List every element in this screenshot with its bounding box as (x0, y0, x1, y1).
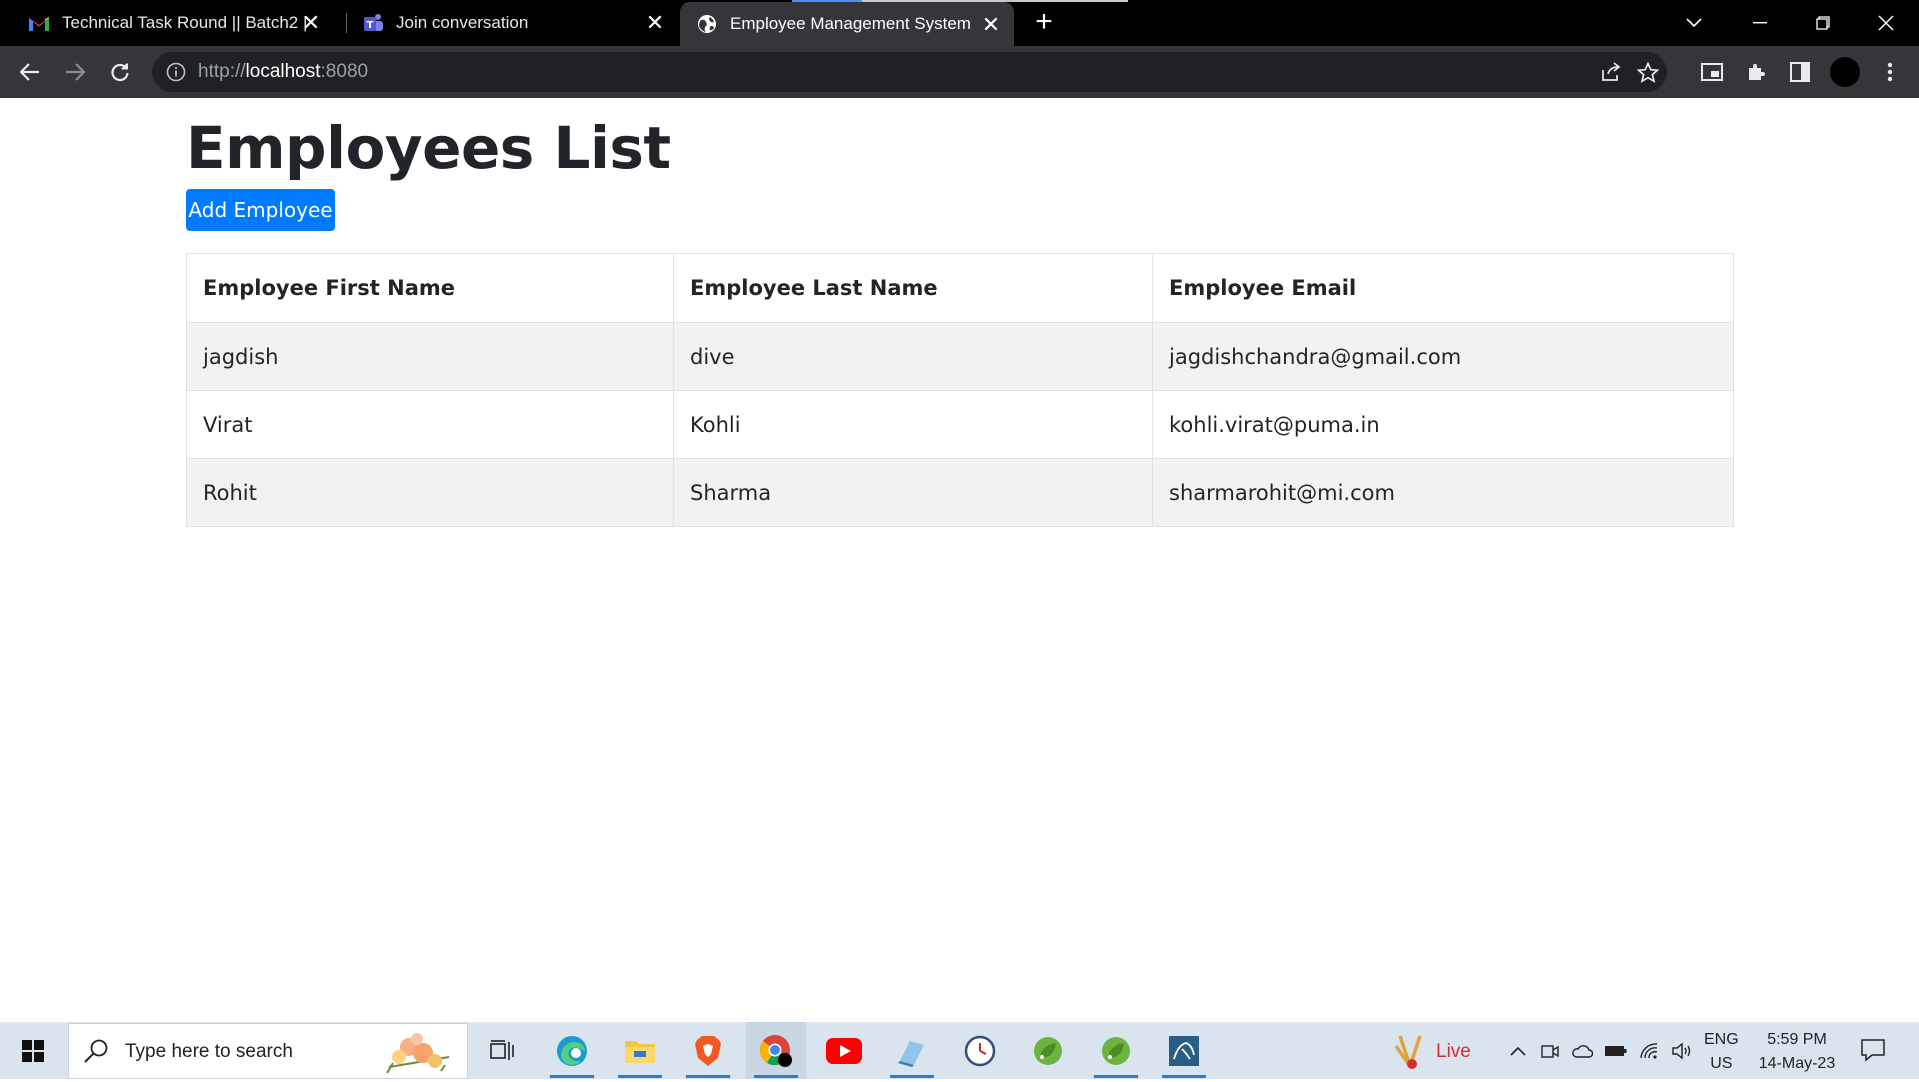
youtube-icon[interactable] (814, 1022, 874, 1079)
language-code: ENG (1704, 1031, 1739, 1048)
teams-icon: T (362, 12, 384, 34)
tab-gmail[interactable]: Technical Task Round || Batch2 || G ✕ (14, 0, 334, 46)
cell-first-name: jagdish (186, 322, 674, 391)
chrome-icon[interactable] (746, 1022, 806, 1079)
battery-icon[interactable] (1604, 1040, 1628, 1062)
cell-email: kohli.virat@puma.in (1152, 390, 1734, 459)
search-highlight-flowers-icon (379, 1027, 455, 1082)
cricket-live-icon (1394, 1035, 1422, 1069)
page-content: Employees List Add Employee Employee Fir… (0, 98, 1919, 1022)
table-row: Virat Kohli kohli.virat@puma.in (186, 390, 1734, 459)
table-header-row: Employee First Name Employee Last Name E… (186, 253, 1734, 323)
bookmark-star-icon[interactable] (1636, 61, 1661, 84)
address-bar[interactable]: http://localhost:8080 (152, 52, 1667, 92)
tab-search-icon[interactable] (1664, 0, 1724, 46)
column-header-first-name: Employee First Name (186, 253, 674, 323)
cell-first-name: Virat (186, 390, 674, 459)
show-hidden-icons-chevron-icon[interactable] (1506, 1040, 1530, 1062)
file-explorer-icon[interactable] (610, 1022, 670, 1079)
new-tab-button[interactable]: + (1030, 7, 1058, 37)
reload-icon[interactable] (106, 58, 134, 86)
tab-title: Employee Management System (730, 14, 971, 33)
column-header-email: Employee Email (1152, 253, 1734, 323)
wifi-icon[interactable] (1638, 1040, 1662, 1062)
notepad-app-icon[interactable] (882, 1022, 942, 1079)
onedrive-icon[interactable] (1570, 1040, 1594, 1062)
side-panel-icon[interactable] (1786, 58, 1814, 86)
meet-now-icon[interactable] (1538, 1040, 1562, 1062)
extensions-puzzle-icon[interactable] (1742, 58, 1770, 86)
live-label: Live (1436, 1041, 1471, 1062)
clock-app-icon[interactable] (950, 1022, 1010, 1079)
windows-taskbar: Type here to search Live ENG US 5:59 PM … (0, 1022, 1919, 1079)
windows-start-icon[interactable] (0, 1022, 66, 1079)
brave-browser-icon[interactable] (678, 1022, 738, 1079)
search-placeholder: Type here to search (125, 1041, 293, 1062)
page-title: Employees List (186, 114, 671, 182)
edge-icon[interactable] (542, 1022, 602, 1079)
cell-first-name: Rohit (186, 458, 674, 527)
cell-email: jagdishchandra@gmail.com (1152, 322, 1734, 391)
forward-icon[interactable] (61, 58, 89, 86)
spring-tool-suite-icon[interactable] (1018, 1022, 1078, 1079)
notification-center-icon[interactable] (1860, 1038, 1886, 1067)
column-header-last-name: Employee Last Name (673, 253, 1153, 323)
close-tab-icon[interactable]: ✕ (980, 12, 1002, 37)
clock-date: 14-May-23 (1758, 1055, 1836, 1072)
table-row: Rohit Sharma sharmarohit@mi.com (186, 458, 1734, 527)
cell-last-name: Kohli (673, 390, 1153, 459)
search-icon (83, 1038, 109, 1069)
add-employee-button[interactable]: Add Employee (186, 189, 335, 231)
more-menu-icon[interactable] (1876, 58, 1904, 86)
globe-icon (696, 13, 718, 35)
tab-employee-management[interactable]: Employee Management System ✕ (680, 2, 1014, 46)
tab-title: Technical Task Round || Batch2 || G (62, 13, 308, 32)
svg-text:T: T (367, 20, 374, 31)
close-window-button[interactable] (1856, 0, 1916, 46)
input-language-indicator[interactable]: ENG US (1704, 1028, 1739, 1076)
browser-tabstrip: Technical Task Round || Batch2 || G ✕ T … (0, 0, 1919, 46)
tab-title: Join conversation (396, 13, 529, 32)
volume-icon[interactable] (1670, 1040, 1694, 1062)
profile-avatar[interactable] (1829, 56, 1861, 88)
spring-tool-suite-icon-2[interactable] (1086, 1022, 1146, 1079)
cell-last-name: Sharma (673, 458, 1153, 527)
gmail-icon (28, 12, 50, 34)
employees-table: Employee First Name Employee Last Name E… (186, 253, 1734, 527)
site-info-icon[interactable] (166, 62, 186, 87)
close-tab-icon[interactable]: ✕ (644, 10, 666, 35)
browser-toolbar: http://localhost:8080 (0, 46, 1919, 98)
cell-email: sharmarohit@mi.com (1152, 458, 1734, 527)
clock-time: 5:59 PM (1767, 1031, 1827, 1048)
system-clock[interactable]: 5:59 PM 14-May-23 (1752, 1028, 1842, 1076)
taskbar-search-box[interactable]: Type here to search (68, 1023, 468, 1079)
cell-last-name: dive (673, 322, 1153, 391)
tab-separator (346, 13, 347, 33)
share-icon[interactable] (1600, 62, 1624, 84)
url-scheme: http:// (198, 61, 246, 82)
url-text[interactable]: http://localhost:8080 (198, 61, 368, 83)
minimize-button[interactable] (1730, 0, 1790, 46)
task-view-icon[interactable] (472, 1022, 532, 1079)
url-host: localhost (245, 61, 321, 82)
url-port: :8080 (320, 61, 369, 82)
back-icon[interactable] (16, 58, 44, 86)
close-tab-icon[interactable]: ✕ (300, 10, 322, 35)
region-code: US (1710, 1055, 1733, 1072)
live-score-widget[interactable]: Live (1392, 1032, 1471, 1072)
tab-teams[interactable]: T Join conversation ✕ (348, 0, 678, 46)
mysql-workbench-icon[interactable] (1154, 1022, 1214, 1079)
table-row: jagdish dive jagdishchandra@gmail.com (186, 322, 1734, 391)
restore-button[interactable] (1793, 0, 1853, 46)
media-router-icon[interactable] (1698, 58, 1726, 86)
